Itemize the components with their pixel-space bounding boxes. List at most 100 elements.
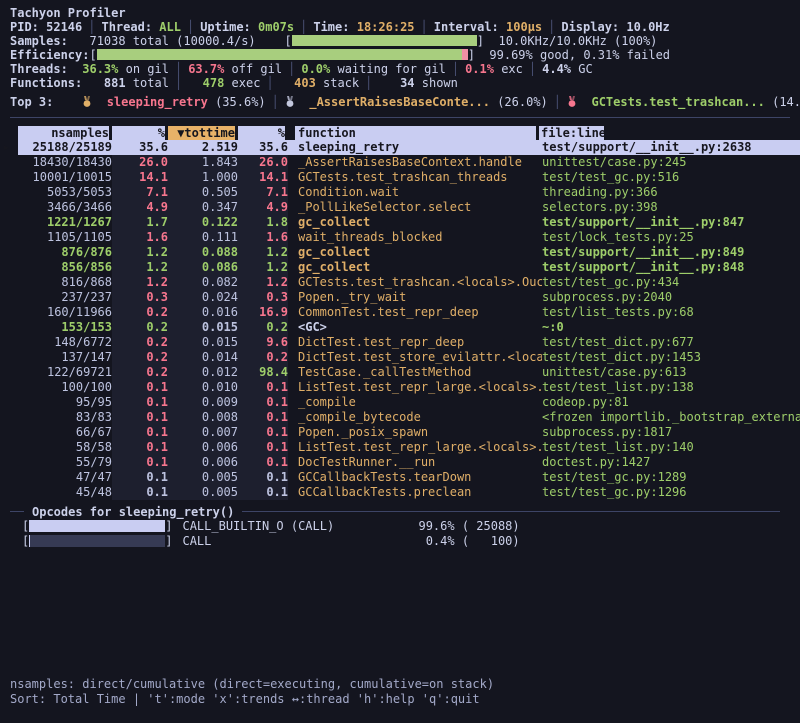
row-selection-marker [0,395,18,410]
function-cell: _compile_bytecode [298,410,542,425]
stat-separator: │ [446,62,465,76]
row-selection-marker [0,320,18,335]
nsamples-cell: 25188/25189 [18,140,112,155]
threads-line: Threads: 36.3% on gil│63.7% off gil│0.0%… [10,62,800,76]
stat-desc: exc [494,62,523,76]
status-line: PID: 52146│Thread: ALL│Uptime: 0m07s│Tim… [10,20,800,34]
row-selection-marker [0,170,18,185]
efficiency-bar-good-fill [97,49,467,60]
header-file-line[interactable]: file:line [539,126,607,140]
direct-pct-cell: 0.3 [112,290,168,305]
samples-label: Samples: [10,34,68,48]
table-row[interactable]: 148/6772 0.2 0.015 9.6 DictTest.test_rep… [0,335,800,350]
cum-pct-cell: 26.0 [238,155,288,170]
file-line-cell: selectors.py:398 [542,200,800,215]
header-direct-pct[interactable]: % [112,126,168,140]
stat-desc: shown [415,76,458,90]
cum-pct-cell: 0.1 [238,455,288,470]
function-cell: Popen._try_wait [298,290,542,305]
stats-label: Threads: [10,62,82,76]
opcode-bar-bracket: ] [165,519,172,534]
row-selection-marker: ▶ [0,140,18,155]
direct-pct-cell: 0.2 [112,335,168,350]
table-body: ▶ 25188/25189 35.6 2.519 35.6 sleeping_r… [0,140,800,500]
efficiency-bar: [] [89,48,474,62]
tottime-cell: 0.014 [168,350,238,365]
file-line-cell: test/test_dict.py:1453 [542,350,800,365]
tottime-cell: 0.009 [168,395,238,410]
stat-desc: GC [571,62,593,76]
cum-pct-cell: 0.1 [238,485,288,500]
header-function[interactable]: function [295,126,539,140]
cum-pct-cell: 35.6 [238,140,288,155]
nsamples-cell: 45/48 [18,485,112,500]
file-line-cell: test/support/__init__.py:2638 [542,140,800,155]
stat-value: 0.1% [465,62,494,76]
table-row[interactable]: 5053/5053 7.1 0.505 7.1 Condition.wait t… [0,185,800,200]
table-row[interactable]: 876/876 1.2 0.088 1.2 gc_collect test/su… [0,245,800,260]
table-row[interactable]: 153/153 0.2 0.015 0.2 <GC> ~:0 [0,320,800,335]
top3-label: Top 3: [10,95,82,109]
tottime-cell: 0.005 [168,470,238,485]
opcode-bar [29,535,165,547]
table-row[interactable]: 55/79 0.1 0.006 0.1 DocTestRunner.__run … [0,455,800,470]
table-row[interactable]: 83/83 0.1 0.008 0.1 _compile_bytecode <f… [0,410,800,425]
cum-pct-cell: 1.2 [238,275,288,290]
efficiency-text: 99.69% good, 0.31% failed [475,48,670,62]
table-row[interactable]: ▶ 25188/25189 35.6 2.519 35.6 sleeping_r… [0,140,800,155]
table-row[interactable]: 58/58 0.1 0.006 0.1 ListTest.test_repr_l… [0,440,800,455]
opcode-bar-bracket: ] [165,534,172,549]
table-row[interactable]: 160/11966 0.2 0.016 16.9 CommonTest.test… [0,305,800,320]
table-row[interactable]: 45/48 0.1 0.005 0.1 GCCallbackTests.prec… [0,485,800,500]
table-row[interactable]: 100/100 0.1 0.010 0.1 ListTest.test_repr… [0,380,800,395]
row-selection-marker [0,365,18,380]
table-row[interactable]: 856/856 1.2 0.086 1.2 gc_collect test/su… [0,260,800,275]
table-row[interactable]: 1105/1105 1.6 0.111 1.6 wait_threads_blo… [0,230,800,245]
table-row[interactable]: 66/67 0.1 0.007 0.1 Popen._posix_spawn s… [0,425,800,440]
direct-pct-cell: 0.1 [112,470,168,485]
stat-separator: │ [523,62,542,76]
function-cell: TestCase._callTestMethod [298,365,542,380]
top3-pct: (14.1%) [772,95,800,109]
cum-pct-cell: 0.2 [238,350,288,365]
stat-label: Interval: [434,20,506,34]
header-cum-pct[interactable]: % [238,126,288,140]
row-selection-marker [0,425,18,440]
file-line-cell: ~:0 [542,320,800,335]
row-selection-marker [0,185,18,200]
row-selection-marker [0,260,18,275]
nsamples-cell: 876/876 [18,245,112,260]
header-nsamples[interactable]: nsamples [18,126,112,140]
function-cell: Condition.wait [298,185,542,200]
cum-pct-cell: 0.1 [238,470,288,485]
table-row[interactable]: 122/69721 0.2 0.012 98.4 TestCase._callT… [0,365,800,380]
row-selection-marker [0,455,18,470]
table-row[interactable]: 816/868 1.2 0.082 1.2 GCTests.test_trash… [0,275,800,290]
stat-desc: waiting for gil [330,62,446,76]
efficiency-line: Efficiency:[] 99.69% good, 0.31% failed [10,48,800,62]
nsamples-cell: 1105/1105 [18,230,112,245]
nsamples-cell: 10001/10015 [18,170,112,185]
function-cell: DictTest.test_repr_deep [298,335,542,350]
table-row[interactable]: 1221/1267 1.7 0.122 1.8 gc_collect test/… [0,215,800,230]
cum-pct-cell: 0.1 [238,395,288,410]
table-row[interactable]: 3466/3466 4.9 0.347 4.9 _PollLikeSelecto… [0,200,800,215]
table-row[interactable]: 237/237 0.3 0.024 0.3 Popen._try_wait su… [0,290,800,305]
table-row[interactable]: 137/147 0.2 0.014 0.2 DictTest.test_stor… [0,350,800,365]
stat-separator: │ [82,20,101,34]
table-row[interactable]: 10001/10015 14.1 1.000 14.1 GCTests.test… [0,170,800,185]
table-row[interactable]: 47/47 0.1 0.005 0.1 GCCallbackTests.tear… [0,470,800,485]
direct-pct-cell: 0.1 [112,395,168,410]
stat-value: 100µs [506,20,542,34]
table-row[interactable]: 18430/18430 26.0 1.843 26.0 _AssertRaise… [0,155,800,170]
opcode-row: []CALL_BUILTIN_O (CALL)99.6% ( 25088) [22,519,800,534]
tottime-cell: 0.006 [168,455,238,470]
function-cell: gc_collect [298,260,542,275]
tottime-cell: 1.000 [168,170,238,185]
opcodes-title: Opcodes for sleeping_retry() [24,505,242,519]
table-row[interactable]: 95/95 0.1 0.009 0.1 _compile codeop.py:8… [0,395,800,410]
header-tottime-sorted[interactable]: ▼tottime [168,126,238,140]
stat-value: 0.0% [301,62,330,76]
row-selection-marker [0,275,18,290]
opcode-bar-bracket: [ [22,534,29,549]
